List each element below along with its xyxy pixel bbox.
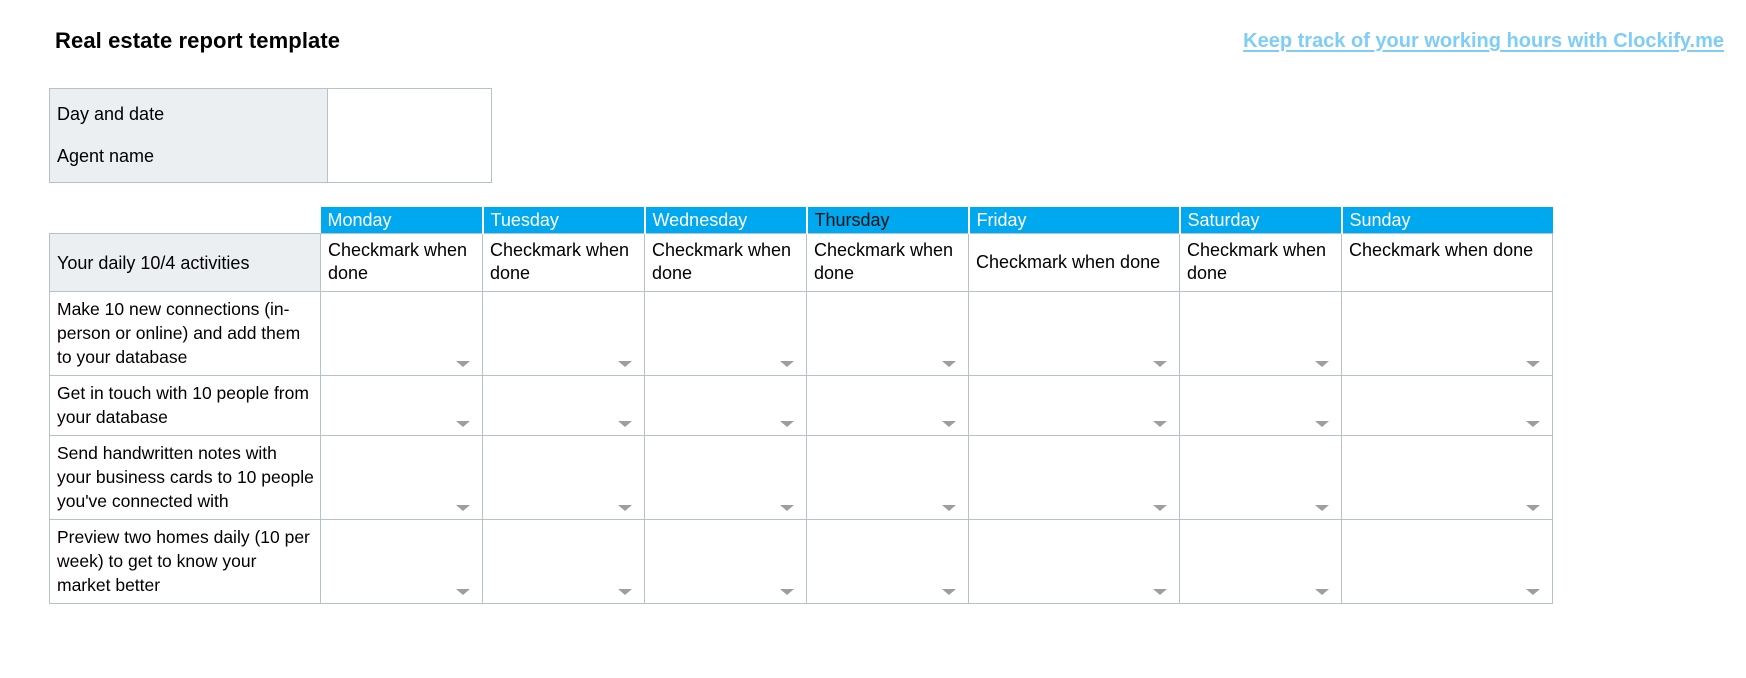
chevron-down-icon[interactable] <box>1315 421 1329 427</box>
activity-column-header: Your daily 10/4 activities <box>49 233 321 292</box>
chevron-down-icon[interactable] <box>780 589 794 595</box>
chevron-down-icon[interactable] <box>780 505 794 511</box>
chevron-down-icon[interactable] <box>1315 361 1329 367</box>
activity-label-1: Make 10 new connections (in-person or on… <box>49 291 321 376</box>
day-header-wednesday: Wednesday <box>644 207 808 234</box>
chevron-down-icon[interactable] <box>1153 361 1167 367</box>
day-header-row: Monday Tuesday Wednesday Thursday Friday… <box>49 207 1553 234</box>
checkmark-note-thursday: Checkmark when done <box>806 233 969 292</box>
chevron-down-icon[interactable] <box>618 361 632 367</box>
chevron-down-icon[interactable] <box>942 505 956 511</box>
checkmark-note-sunday: Checkmark when done <box>1341 233 1553 292</box>
chevron-down-icon[interactable] <box>1526 505 1540 511</box>
chevron-down-icon[interactable] <box>618 505 632 511</box>
table-row: Make 10 new connections (in-person or on… <box>49 291 1553 376</box>
cell-activity1-sunday[interactable] <box>1341 291 1553 376</box>
chevron-down-icon[interactable] <box>1153 589 1167 595</box>
chevron-down-icon[interactable] <box>1315 589 1329 595</box>
chevron-down-icon[interactable] <box>942 421 956 427</box>
cell-activity4-tuesday[interactable] <box>482 519 645 604</box>
cell-activity2-saturday[interactable] <box>1179 375 1342 436</box>
checkmark-note-wednesday: Checkmark when done <box>644 233 807 292</box>
activity-label-4: Preview two homes daily (10 per week) to… <box>49 519 321 604</box>
chevron-down-icon[interactable] <box>456 421 470 427</box>
activity-label-3: Send handwritten notes with your busines… <box>49 435 321 520</box>
cell-activity4-thursday[interactable] <box>806 519 969 604</box>
cell-activity4-saturday[interactable] <box>1179 519 1342 604</box>
chevron-down-icon[interactable] <box>1526 421 1540 427</box>
cell-activity4-sunday[interactable] <box>1341 519 1553 604</box>
info-value-input-cell[interactable] <box>327 88 492 183</box>
chevron-down-icon[interactable] <box>456 589 470 595</box>
day-header-tuesday: Tuesday <box>482 207 646 234</box>
cell-activity4-monday[interactable] <box>320 519 483 604</box>
checkmark-note-tuesday: Checkmark when done <box>482 233 645 292</box>
cell-activity1-saturday[interactable] <box>1179 291 1342 376</box>
cell-activity3-thursday[interactable] <box>806 435 969 520</box>
checkmark-instruction-row: Your daily 10/4 activities Checkmark whe… <box>49 233 1553 292</box>
corner-blank-cell <box>49 207 321 234</box>
chevron-down-icon[interactable] <box>618 421 632 427</box>
chevron-down-icon[interactable] <box>1526 361 1540 367</box>
day-header-monday: Monday <box>320 207 484 234</box>
cell-activity2-sunday[interactable] <box>1341 375 1553 436</box>
table-row: Preview two homes daily (10 per week) to… <box>49 519 1553 604</box>
cell-activity3-tuesday[interactable] <box>482 435 645 520</box>
table-row: Get in touch with 10 people from your da… <box>49 375 1553 436</box>
cell-activity1-monday[interactable] <box>320 291 483 376</box>
chevron-down-icon[interactable] <box>456 361 470 367</box>
cell-activity3-monday[interactable] <box>320 435 483 520</box>
day-header-thursday: Thursday <box>806 207 970 234</box>
clockify-promo-link[interactable]: Keep track of your working hours with Cl… <box>1243 30 1724 53</box>
report-info-table: Day and date Agent name <box>49 88 492 183</box>
agent-name-label: Agent name <box>57 146 155 166</box>
cell-activity3-wednesday[interactable] <box>644 435 807 520</box>
chevron-down-icon[interactable] <box>1315 505 1329 511</box>
chevron-down-icon[interactable] <box>942 589 956 595</box>
chevron-down-icon[interactable] <box>942 361 956 367</box>
chevron-down-icon[interactable] <box>780 421 794 427</box>
cell-activity2-tuesday[interactable] <box>482 375 645 436</box>
day-and-date-label: Day and date <box>57 104 165 124</box>
chevron-down-icon[interactable] <box>1153 505 1167 511</box>
table-row: Day and date Agent name <box>49 88 492 183</box>
checkmark-note-friday: Checkmark when done <box>968 233 1180 292</box>
checkmark-note-monday: Checkmark when done <box>320 233 483 292</box>
day-header-friday: Friday <box>968 207 1181 234</box>
weekly-activity-table: Monday Tuesday Wednesday Thursday Friday… <box>49 207 1553 604</box>
chevron-down-icon[interactable] <box>780 361 794 367</box>
chevron-down-icon[interactable] <box>618 589 632 595</box>
cell-activity1-wednesday[interactable] <box>644 291 807 376</box>
page-title: Real estate report template <box>55 28 341 53</box>
cell-activity1-thursday[interactable] <box>806 291 969 376</box>
day-header-sunday: Sunday <box>1341 207 1553 234</box>
activity-label-2: Get in touch with 10 people from your da… <box>49 375 321 436</box>
page-header: Real estate report template Keep track o… <box>0 0 1746 72</box>
table-row: Send handwritten notes with your busines… <box>49 435 1553 520</box>
cell-activity4-wednesday[interactable] <box>644 519 807 604</box>
cell-activity3-sunday[interactable] <box>1341 435 1553 520</box>
day-header-saturday: Saturday <box>1179 207 1343 234</box>
cell-activity2-monday[interactable] <box>320 375 483 436</box>
chevron-down-icon[interactable] <box>1153 421 1167 427</box>
info-labels-cell: Day and date Agent name <box>49 88 328 183</box>
cell-activity2-thursday[interactable] <box>806 375 969 436</box>
cell-activity1-tuesday[interactable] <box>482 291 645 376</box>
cell-activity1-friday[interactable] <box>968 291 1180 376</box>
cell-activity3-saturday[interactable] <box>1179 435 1342 520</box>
activity-column-header-text: Your daily 10/4 activities <box>57 252 250 273</box>
cell-activity4-friday[interactable] <box>968 519 1180 604</box>
checkmark-note-saturday: Checkmark when done <box>1179 233 1342 292</box>
cell-activity2-wednesday[interactable] <box>644 375 807 436</box>
cell-activity2-friday[interactable] <box>968 375 1180 436</box>
chevron-down-icon[interactable] <box>456 505 470 511</box>
cell-activity3-friday[interactable] <box>968 435 1180 520</box>
chevron-down-icon[interactable] <box>1526 589 1540 595</box>
